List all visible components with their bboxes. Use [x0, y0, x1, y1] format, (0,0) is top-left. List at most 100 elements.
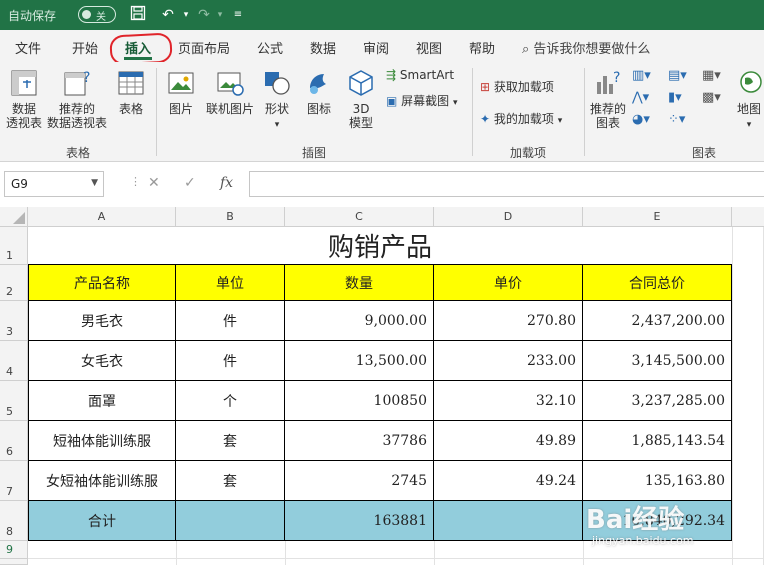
table-cell[interactable]: 个	[176, 381, 285, 421]
table-cell[interactable]: 9,000.00	[285, 301, 434, 341]
statistic-chart-icon[interactable]: ▮▾	[668, 90, 682, 105]
table-cell[interactable]: 套	[176, 421, 285, 461]
autosave-toggle[interactable]: 关	[78, 6, 116, 23]
table-cell[interactable]: 件	[176, 341, 285, 381]
header-cell-unit[interactable]: 单位	[176, 265, 285, 301]
tell-me-text: 告诉我你想要做什么	[533, 42, 651, 57]
picture-button[interactable]: 图片	[164, 68, 198, 116]
tab-view[interactable]: 视图	[416, 38, 442, 57]
table-cell[interactable]: 270.80	[434, 301, 583, 341]
tab-data[interactable]: 数据	[310, 38, 336, 57]
table-button[interactable]: 表格	[114, 68, 148, 116]
column-chart-icon[interactable]: ▥▾	[632, 68, 651, 83]
row-header-selected[interactable]: 9	[0, 541, 28, 559]
row-header[interactable]	[0, 559, 28, 565]
total-label-cell[interactable]: 合计	[28, 501, 176, 541]
recommended-pivot-button[interactable]: ? 推荐的 数据透视表	[46, 68, 108, 130]
table-cell[interactable]: 32.10	[434, 381, 583, 421]
table-cell[interactable]: 135,163.80	[583, 461, 732, 501]
enter-icon[interactable]: ✓	[184, 175, 196, 191]
pivot-table-button[interactable]: 数据 透视表	[4, 68, 44, 130]
tell-me-search[interactable]: ⌕ 告诉我你想要做什么	[522, 38, 650, 57]
formula-controls: ⋮ ✕ ✓ fx	[130, 171, 248, 197]
combo-chart-icon[interactable]: ▩▾	[702, 90, 721, 105]
tab-file[interactable]: 文件	[15, 38, 41, 57]
formula-input[interactable]	[249, 171, 764, 197]
row-header[interactable]: 5	[0, 381, 28, 421]
header-cell-product[interactable]: 产品名称	[28, 265, 176, 301]
get-addins-button[interactable]: ⊞ 获取加载项	[480, 78, 554, 95]
screenshot-icon: ▣	[386, 94, 398, 108]
header-cell-total[interactable]: 合同总价	[583, 265, 732, 301]
select-all-corner[interactable]	[0, 207, 28, 227]
header-cell-price[interactable]: 单价	[434, 265, 583, 301]
recommended-charts-button[interactable]: ? 推荐的 图表	[588, 68, 628, 130]
table-cell[interactable]: 女毛衣	[28, 341, 176, 381]
smartart-button[interactable]: ⇶ SmartArt	[386, 68, 454, 82]
tab-help[interactable]: 帮助	[469, 38, 495, 57]
hierarchy-chart-icon[interactable]: ▤▾	[668, 68, 687, 83]
column-header-e[interactable]: E	[583, 207, 732, 227]
row-header[interactable]: 2	[0, 265, 28, 301]
addin-icon: ✦	[480, 112, 491, 126]
table-cell[interactable]: 面罩	[28, 381, 176, 421]
table-cell[interactable]: 49.24	[434, 461, 583, 501]
shapes-button[interactable]: 形状 ▾	[260, 68, 294, 132]
insert-function-icon[interactable]: fx	[220, 175, 233, 191]
tab-home[interactable]: 开始	[72, 38, 98, 57]
row-header[interactable]: 7	[0, 461, 28, 501]
row-header[interactable]: 4	[0, 341, 28, 381]
save-icon[interactable]	[128, 5, 148, 25]
table-cell[interactable]: 2,437,200.00	[583, 301, 732, 341]
table-cell[interactable]: 短袖体能训练服	[28, 421, 176, 461]
header-cell-quantity[interactable]: 数量	[285, 265, 434, 301]
column-header-c[interactable]: C	[285, 207, 434, 227]
map-button[interactable]: 地图 ▾	[734, 68, 764, 132]
name-box[interactable]: G9 ▼	[4, 171, 104, 197]
column-header-b[interactable]: B	[176, 207, 285, 227]
3d-model-button[interactable]: 3D 模型	[344, 68, 378, 130]
online-picture-button[interactable]: 联机图片	[202, 68, 258, 116]
table-cell[interactable]: 套	[176, 461, 285, 501]
total-cell[interactable]	[434, 501, 583, 541]
column-header-f[interactable]	[732, 207, 764, 227]
column-header-a[interactable]: A	[28, 207, 176, 227]
tab-review[interactable]: 审阅	[363, 38, 389, 57]
tab-page-layout[interactable]: 页面布局	[178, 38, 230, 57]
table-cell[interactable]: 1,885,143.54	[583, 421, 732, 461]
cancel-icon[interactable]: ✕	[148, 175, 160, 191]
table-cell[interactable]: 49.89	[434, 421, 583, 461]
undo-dropdown-icon[interactable]: ▾	[176, 5, 196, 25]
table-cell[interactable]: 2745	[285, 461, 434, 501]
name-box-dropdown-icon[interactable]: ▼	[91, 178, 98, 188]
icons-button[interactable]: 图标	[302, 68, 336, 116]
customize-toolbar-icon[interactable]: ≡	[228, 5, 248, 25]
table-cell[interactable]: 37786	[285, 421, 434, 461]
total-quantity-cell[interactable]: 163881	[285, 501, 434, 541]
line-chart-icon[interactable]: ⋀▾	[632, 90, 649, 105]
undo-icon[interactable]: ↶	[158, 5, 178, 25]
sheet-title-cell[interactable]: 购销产品	[28, 227, 732, 265]
screenshot-button[interactable]: ▣ 屏幕截图 ▾	[386, 92, 458, 109]
row-header[interactable]: 8	[0, 501, 28, 541]
pie-chart-icon[interactable]: ◕▾	[632, 112, 650, 127]
table-cell[interactable]: 女短袖体能训练服	[28, 461, 176, 501]
tab-formulas[interactable]: 公式	[257, 38, 283, 57]
table-cell[interactable]: 100850	[285, 381, 434, 421]
scatter-chart-icon[interactable]: ⁘▾	[668, 112, 685, 127]
total-cell[interactable]	[176, 501, 285, 541]
row-header[interactable]: 6	[0, 421, 28, 461]
pivot-table-icon	[11, 70, 37, 96]
my-addins-button[interactable]: ✦ 我的加载项 ▾	[480, 110, 562, 127]
waterfall-chart-icon[interactable]: ▦▾	[702, 68, 721, 83]
row-header[interactable]: 1	[0, 227, 28, 265]
table-cell[interactable]: 3,237,285.00	[583, 381, 732, 421]
table-cell[interactable]: 件	[176, 301, 285, 341]
table-cell[interactable]: 男毛衣	[28, 301, 176, 341]
table-cell[interactable]: 13,500.00	[285, 341, 434, 381]
row-header[interactable]: 3	[0, 301, 28, 341]
column-header-d[interactable]: D	[434, 207, 583, 227]
table-cell[interactable]: 233.00	[434, 341, 583, 381]
table-cell[interactable]: 3,145,500.00	[583, 341, 732, 381]
redo-dropdown-icon[interactable]: ▾	[210, 5, 230, 25]
